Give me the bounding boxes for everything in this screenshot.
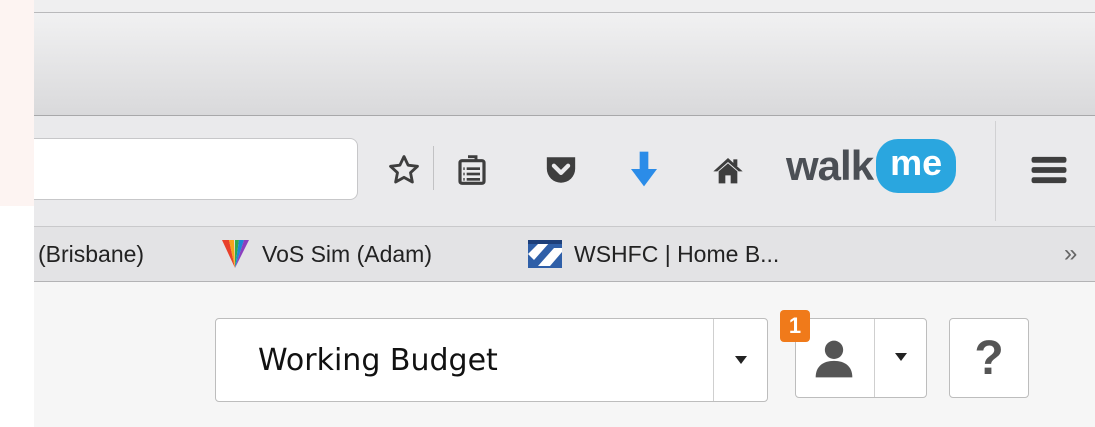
bookmark-label: (Brisbane) bbox=[38, 240, 145, 267]
select-divider bbox=[713, 319, 714, 401]
vos-sim-favicon bbox=[220, 238, 250, 270]
budget-select[interactable]: Working Budget bbox=[215, 318, 768, 402]
toolbar-separator bbox=[995, 121, 996, 221]
bookmark-label: WSHFC | Home B... bbox=[574, 240, 780, 267]
walkme-badge: me bbox=[876, 139, 957, 193]
url-field[interactable] bbox=[34, 138, 358, 200]
chevron-down-icon[interactable] bbox=[735, 356, 747, 364]
home-icon[interactable] bbox=[706, 148, 750, 192]
page-content: Working Budget 1 ? bbox=[34, 282, 1095, 427]
left-tint bbox=[0, 0, 34, 206]
bookmarks-bar: (Brisbane) VoS Sim (Adam) WSHFC | Home B… bbox=[34, 227, 1095, 282]
overflow-chevron-icon: » bbox=[1064, 240, 1078, 267]
bookmark-label: VoS Sim (Adam) bbox=[262, 240, 432, 267]
pocket-icon[interactable] bbox=[539, 148, 583, 192]
window-top-edge bbox=[34, 0, 1095, 13]
bookmarks-overflow-chevron[interactable]: » bbox=[1064, 227, 1077, 281]
notification-badge[interactable]: 1 bbox=[780, 310, 810, 342]
navigation-toolbar: walk me bbox=[34, 116, 1095, 227]
bookmark-item[interactable]: VoS Sim (Adam) bbox=[220, 227, 432, 281]
chevron-down-icon[interactable] bbox=[895, 353, 907, 361]
walkme-wordmark: walk bbox=[786, 142, 874, 189]
user-menu-button[interactable] bbox=[795, 318, 927, 398]
help-button[interactable]: ? bbox=[949, 318, 1029, 398]
wshfc-favicon bbox=[528, 238, 562, 270]
toolbar-separator bbox=[433, 146, 434, 190]
download-arrow-icon[interactable] bbox=[624, 146, 664, 192]
hamburger-menu-icon[interactable] bbox=[1024, 148, 1074, 192]
user-icon bbox=[812, 337, 856, 386]
walkme-logo[interactable]: walk me bbox=[786, 136, 957, 196]
tab-bar bbox=[34, 13, 1095, 116]
left-margin bbox=[0, 0, 34, 427]
button-divider bbox=[874, 319, 875, 397]
bookmark-item[interactable]: WSHFC | Home B... bbox=[528, 227, 779, 281]
star-icon[interactable] bbox=[384, 148, 424, 192]
reading-list-icon[interactable] bbox=[452, 148, 492, 192]
bookmark-item[interactable]: (Brisbane) bbox=[38, 227, 144, 281]
budget-select-value: Working Budget bbox=[258, 342, 498, 378]
